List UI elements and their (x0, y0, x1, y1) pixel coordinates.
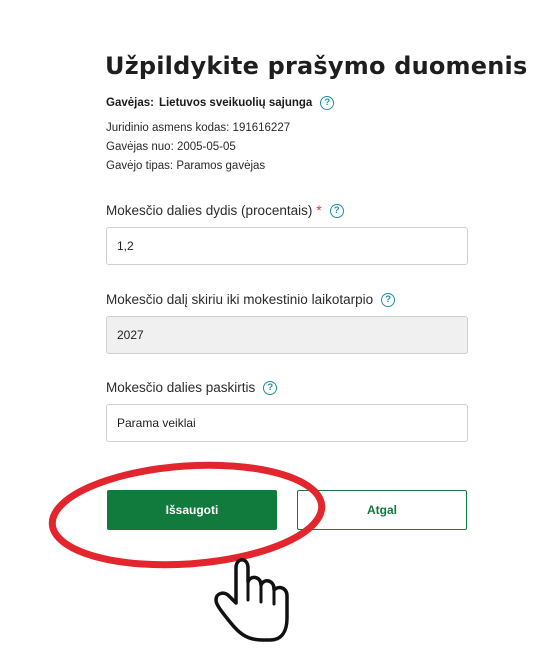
highlight-circle (48, 461, 326, 569)
annotation-overlay (48, 461, 326, 642)
hand-pointer-icon (214, 558, 289, 642)
